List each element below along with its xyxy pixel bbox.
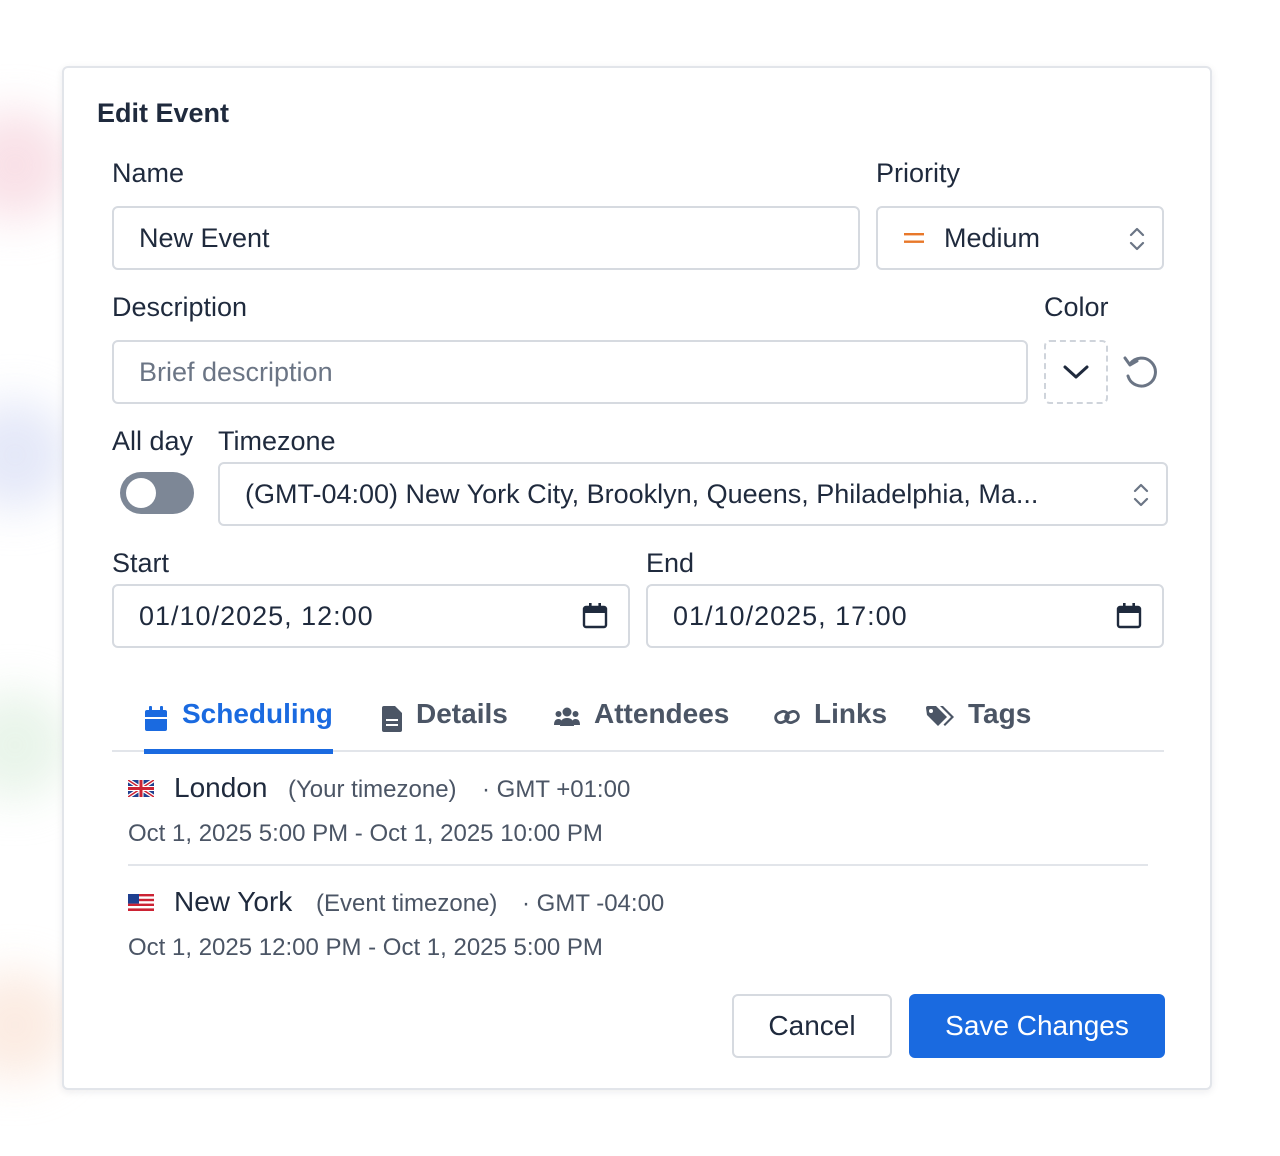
dialog-title: Edit Event [97,98,230,128]
document-icon [382,706,402,732]
end-value: 01/10/2025, 17:00 [673,600,908,631]
tab-label: Attendees [594,698,730,729]
timezone-note: (Your timezone) [288,776,457,803]
name-input[interactable]: New Event [112,206,860,270]
end-datetime-input[interactable]: 01/10/2025, 17:00 [646,584,1164,648]
tab-links[interactable]: Links [774,698,887,752]
uk-flag-icon [128,780,154,797]
color-label: Color [1044,292,1109,322]
end-label: End [646,548,695,578]
equals-priority-icon [904,233,924,243]
priority-select[interactable]: Medium [876,206,1164,270]
time-range: Oct 1, 2025 5:00 PM - Oct 1, 2025 10:00 … [128,820,603,847]
time-range: Oct 1, 2025 12:00 PM - Oct 1, 2025 5:00 … [128,934,603,961]
toggle-knob [126,478,156,508]
users-icon [554,707,580,726]
calendar-picker-icon[interactable] [582,602,608,630]
timezone-select[interactable]: (GMT-04:00) New York City, Brooklyn, Que… [218,462,1168,526]
link-icon [774,709,800,725]
chevron-down-icon [1063,365,1089,379]
event-tabs: Scheduling Details Attendees Links Tags [112,698,1164,754]
tab-label: Details [416,698,508,729]
calendar-icon [145,706,167,731]
start-value: 01/10/2025, 12:00 [139,600,374,631]
calendar-picker-icon[interactable] [1116,602,1142,630]
name-input-value: New Event [139,222,270,253]
description-label: Description [112,292,248,322]
chevron-up-down-icon [1133,483,1149,507]
description-placeholder: Brief description [139,356,333,387]
background-blob-green [0,690,70,800]
timezone-value: (GMT-04:00) New York City, Brooklyn, Que… [245,478,1039,509]
tab-details[interactable]: Details [382,698,508,752]
priority-value: Medium [944,222,1041,253]
start-label: Start [112,548,170,578]
all-day-toggle[interactable] [120,472,194,514]
timezone-label: Timezone [218,426,336,456]
all-day-label: All day [112,426,194,456]
reset-color-icon[interactable] [1122,354,1160,390]
timezone-note: (Event timezone) [316,890,498,917]
color-picker-button[interactable] [1044,340,1108,404]
tab-scheduling[interactable]: Scheduling [144,698,333,754]
city-name: London [174,772,268,803]
tab-tags[interactable]: Tags [926,698,1031,752]
background-blob-blue [0,400,70,510]
start-datetime-input[interactable]: 01/10/2025, 12:00 [112,584,630,648]
tags-icon [926,706,954,726]
tab-label: Links [814,698,888,729]
background-blob-pink [0,110,70,220]
edit-event-dialog: Edit Event Name New Event Priority Mediu… [62,66,1212,1090]
tab-attendees[interactable]: Attendees [554,698,729,752]
description-input[interactable]: Brief description [112,340,1028,404]
cancel-button[interactable]: Cancel [732,994,892,1058]
gmt-offset: · GMT +01:00 [482,776,631,803]
background-blob-peach [0,970,70,1080]
name-label: Name [112,158,185,188]
divider [128,864,1148,866]
chevron-up-down-icon [1129,227,1145,251]
priority-label: Priority [876,158,961,188]
tab-label: Scheduling [182,698,333,729]
city-name: New York [174,886,293,917]
us-flag-icon [128,894,154,911]
save-changes-button[interactable]: Save Changes [909,994,1165,1058]
tab-label: Tags [968,698,1032,729]
gmt-offset: · GMT -04:00 [522,890,665,917]
